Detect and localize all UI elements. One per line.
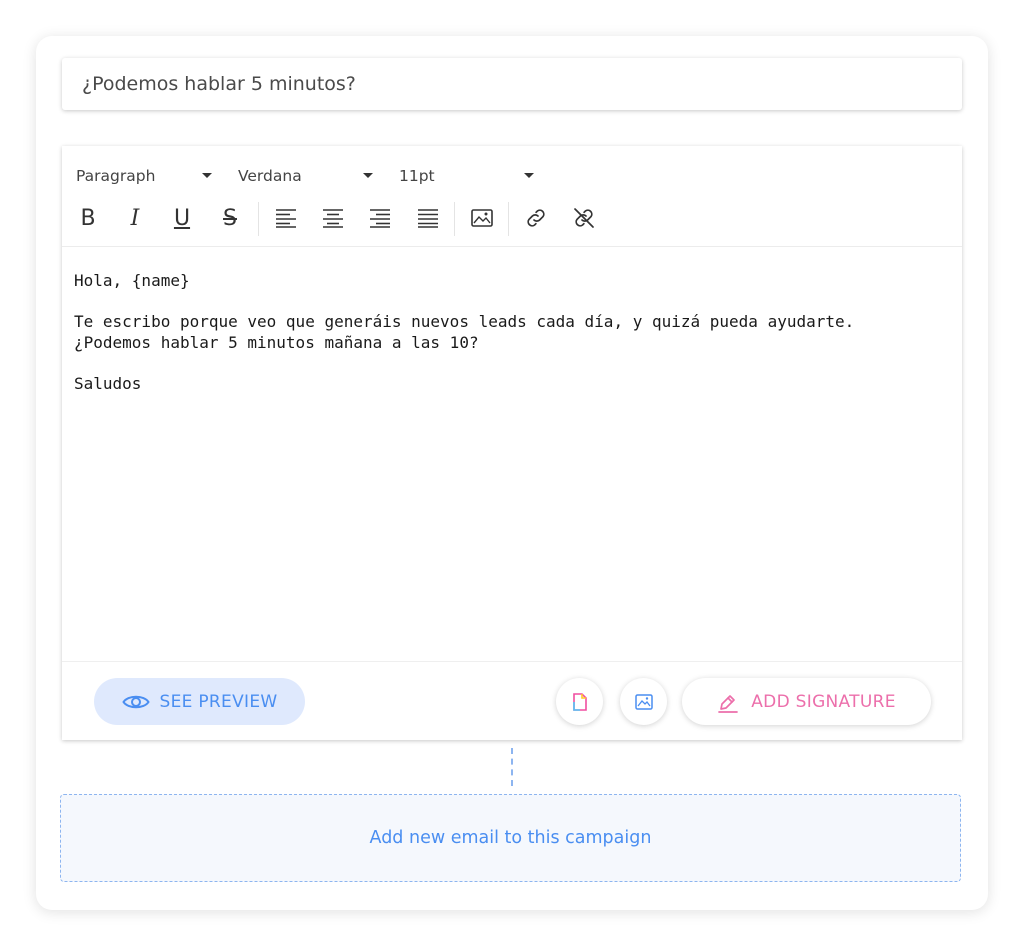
toolbar-divider	[508, 202, 509, 236]
style-toolbar: B I U S	[62, 202, 962, 236]
align-center-icon	[323, 209, 343, 228]
underline-icon: U	[173, 205, 191, 231]
font-size-label: 11pt	[399, 167, 435, 185]
add-new-email-button[interactable]: Add new email to this campaign	[60, 794, 961, 882]
chevron-down-icon	[524, 173, 534, 178]
insert-image-icon	[471, 209, 493, 227]
format-toolbar: Paragraph Verdana 11pt	[62, 164, 962, 188]
insert-link-button[interactable]	[520, 202, 552, 234]
campaign-email-card: ¿Podemos hablar 5 minutos? Paragraph Ver…	[36, 36, 988, 910]
see-preview-label: SEE PREVIEW	[159, 691, 278, 712]
add-signature-button[interactable]: ADD SIGNATURE	[682, 678, 931, 725]
italic-button[interactable]: I	[119, 202, 151, 234]
add-signature-label: ADD SIGNATURE	[751, 691, 896, 712]
strikethrough-button[interactable]: S	[214, 202, 246, 234]
font-family-label: Verdana	[238, 167, 302, 185]
footer-divider	[62, 661, 962, 662]
signature-pen-icon	[718, 694, 739, 713]
font-family-dropdown[interactable]: Verdana	[238, 164, 378, 188]
bold-button[interactable]: B	[72, 202, 104, 234]
body-line-2: ¿Podemos hablar 5 minutos mañana a las 1…	[74, 333, 479, 352]
body-closing: Saludos	[74, 374, 142, 393]
block-format-dropdown[interactable]: Paragraph	[76, 164, 216, 188]
bold-icon: B	[80, 205, 96, 231]
insert-image-attachment-button[interactable]	[620, 678, 667, 725]
strikethrough-icon: S	[223, 205, 237, 231]
align-justify-button[interactable]	[412, 202, 444, 234]
insert-link-icon	[527, 209, 545, 227]
font-size-dropdown[interactable]: 11pt	[399, 164, 539, 188]
document-icon	[572, 692, 587, 711]
toolbar-divider	[258, 202, 259, 236]
align-center-button[interactable]	[317, 202, 349, 234]
toolbar-divider-line	[62, 246, 962, 247]
remove-link-icon	[574, 208, 594, 228]
email-body[interactable]: Hola, {name} Te escribo porque veo que g…	[74, 270, 950, 394]
italic-icon: I	[130, 205, 140, 231]
insert-image-button[interactable]	[466, 202, 498, 234]
align-right-button[interactable]	[364, 202, 396, 234]
add-new-email-label: Add new email to this campaign	[369, 828, 652, 848]
email-editor: Paragraph Verdana 11pt B I U S Hola, {na…	[62, 146, 962, 740]
align-right-icon	[370, 209, 390, 228]
subject-text: ¿Podemos hablar 5 minutos?	[82, 73, 356, 95]
chevron-down-icon	[202, 173, 212, 178]
see-preview-button[interactable]: SEE PREVIEW	[94, 678, 305, 725]
align-left-icon	[276, 209, 296, 228]
remove-link-button[interactable]	[568, 202, 600, 234]
image-icon	[634, 693, 653, 710]
chevron-down-icon	[363, 173, 373, 178]
block-format-label: Paragraph	[76, 167, 156, 185]
eye-icon	[121, 695, 150, 708]
template-button[interactable]	[556, 678, 603, 725]
align-left-button[interactable]	[270, 202, 302, 234]
underline-button[interactable]: U	[166, 202, 198, 234]
body-line-1: Te escribo porque veo que generáis nuevo…	[74, 312, 855, 331]
align-justify-icon	[418, 209, 438, 228]
subject-input[interactable]: ¿Podemos hablar 5 minutos?	[62, 58, 962, 110]
toolbar-divider	[454, 202, 455, 236]
body-greeting: Hola, {name}	[74, 271, 190, 290]
flow-connector	[511, 748, 513, 786]
